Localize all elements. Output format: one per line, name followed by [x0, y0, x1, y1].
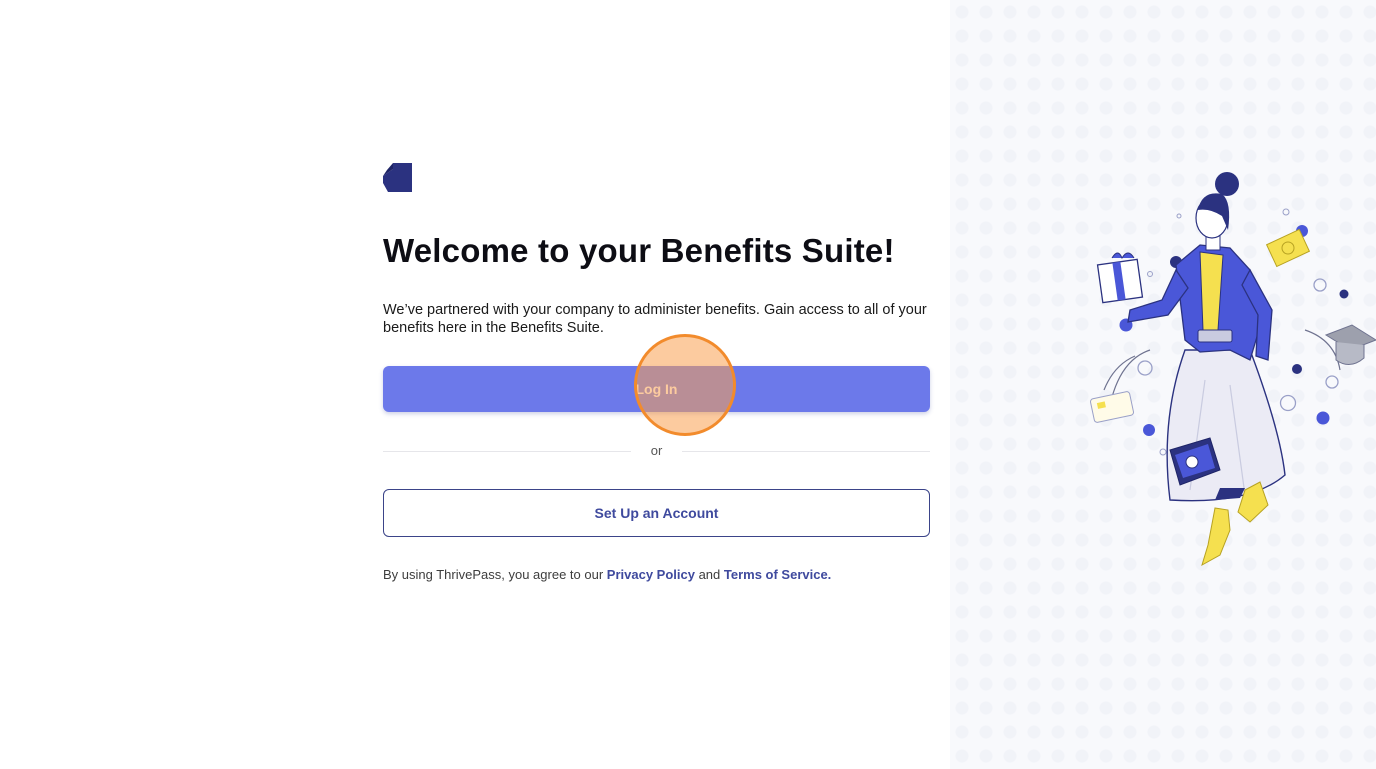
right-panel	[950, 0, 1376, 769]
legal-prefix: By using ThrivePass, you agree to our	[383, 567, 607, 582]
page: Welcome to your Benefits Suite! We’ve pa…	[0, 0, 1376, 769]
privacy-policy-link[interactable]: Privacy Policy	[607, 567, 695, 582]
or-divider: or	[383, 442, 930, 460]
or-label: or	[650, 443, 663, 458]
left-panel: Welcome to your Benefits Suite! We’ve pa…	[0, 0, 950, 769]
thrivepass-logo-icon	[383, 163, 412, 192]
legal-and: and	[694, 567, 724, 582]
divider-line-right	[682, 450, 930, 452]
legal-notice: By using ThrivePass, you agree to our Pr…	[383, 567, 930, 583]
terms-of-service-link[interactable]: Terms of Service.	[724, 567, 831, 582]
login-button-label: Log In	[635, 381, 678, 397]
page-title: Welcome to your Benefits Suite!	[383, 232, 895, 269]
login-button[interactable]: Log In	[383, 334, 930, 436]
welcome-content: Welcome to your Benefits Suite! We’ve pa…	[383, 163, 930, 583]
setup-account-label: Set Up an Account	[594, 505, 719, 521]
divider-line-left	[383, 450, 631, 452]
benefits-woman-illustration	[1090, 172, 1376, 567]
setup-account-button[interactable]: Set Up an Account	[383, 489, 930, 537]
intro-text: We’ve partnered with your company to adm…	[383, 302, 927, 336]
